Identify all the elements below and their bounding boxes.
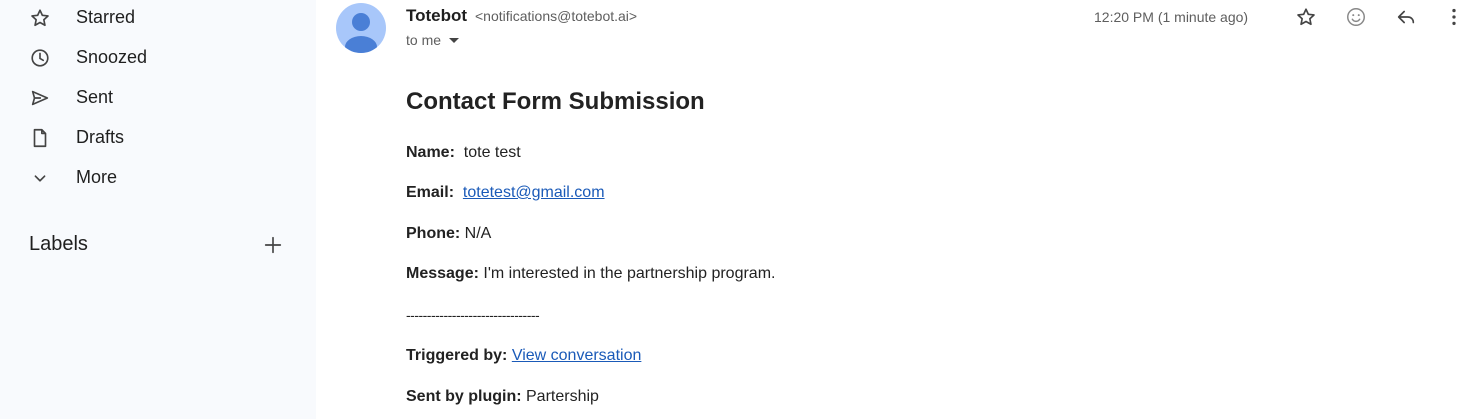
email-subject-heading: Contact Form Submission xyxy=(406,88,705,115)
field-triggered-by: Triggered by: View conversation xyxy=(406,347,641,365)
sender-name[interactable]: Totebot xyxy=(406,6,467,26)
field-label: Message: xyxy=(406,265,479,282)
sidebar: Starred Snoozed Sent Drafts More Labels xyxy=(0,0,316,419)
sender-email: <notifications@totebot.ai> xyxy=(475,8,638,24)
field-label: Triggered by: xyxy=(406,347,508,364)
field-value: I'm interested in the partnership progra… xyxy=(483,265,776,282)
recipient-details-toggle[interactable]: to me xyxy=(406,32,460,48)
reply-icon xyxy=(1397,10,1415,24)
star-button[interactable] xyxy=(1294,5,1318,29)
recipient-label: to me xyxy=(406,32,442,48)
field-plugin: Sent by plugin: Partership xyxy=(406,388,599,406)
sidebar-item-more[interactable]: More xyxy=(0,158,316,198)
sidebar-item-label: More xyxy=(76,167,118,187)
more-vert-icon xyxy=(1452,8,1456,26)
sidebar-item-label: Snoozed xyxy=(76,47,148,67)
star-icon xyxy=(1297,8,1315,26)
field-email: Email: totetest@gmail.com xyxy=(406,184,605,202)
plus-icon xyxy=(264,236,282,254)
field-value: N/A xyxy=(464,225,492,242)
sidebar-item-snoozed[interactable]: Snoozed xyxy=(0,38,316,78)
field-label: Sent by plugin: xyxy=(406,388,522,405)
field-name: Name: tote test xyxy=(406,144,521,162)
field-message: Message: I'm interested in the partnersh… xyxy=(406,265,775,283)
sidebar-item-drafts[interactable]: Drafts xyxy=(0,118,316,158)
draft-icon xyxy=(28,126,52,150)
timestamp: 12:20 PM (1 minute ago) xyxy=(1094,9,1249,25)
labels-heading: Labels xyxy=(29,233,88,255)
reply-button[interactable] xyxy=(1394,5,1418,29)
person-icon xyxy=(345,13,377,53)
field-label: Email: xyxy=(406,184,455,201)
smiley-icon xyxy=(1347,8,1365,26)
sidebar-item-starred[interactable]: Starred xyxy=(0,0,316,38)
field-value: tote test xyxy=(463,144,521,161)
emoji-reaction-button[interactable] xyxy=(1344,5,1368,29)
chevron-down-icon xyxy=(28,166,52,190)
clock-icon xyxy=(28,46,52,70)
add-label-button[interactable] xyxy=(261,233,285,257)
field-label: Name: xyxy=(406,144,455,161)
divider-text: -------------------------------- xyxy=(406,307,540,323)
sidebar-item-label: Sent xyxy=(76,87,114,107)
send-icon xyxy=(28,86,52,110)
more-options-button[interactable] xyxy=(1442,5,1466,29)
field-phone: Phone: N/A xyxy=(406,225,491,243)
sidebar-item-label: Starred xyxy=(76,7,136,27)
field-label: Phone: xyxy=(406,225,461,242)
caret-down-icon xyxy=(449,37,460,43)
sidebar-item-label: Drafts xyxy=(76,127,125,147)
star-icon xyxy=(28,6,52,30)
field-value: Partership xyxy=(526,388,599,405)
sidebar-item-sent[interactable]: Sent xyxy=(0,78,316,118)
avatar[interactable] xyxy=(336,3,386,53)
view-conversation-link[interactable]: View conversation xyxy=(512,347,642,364)
email-link[interactable]: totetest@gmail.com xyxy=(463,184,605,201)
